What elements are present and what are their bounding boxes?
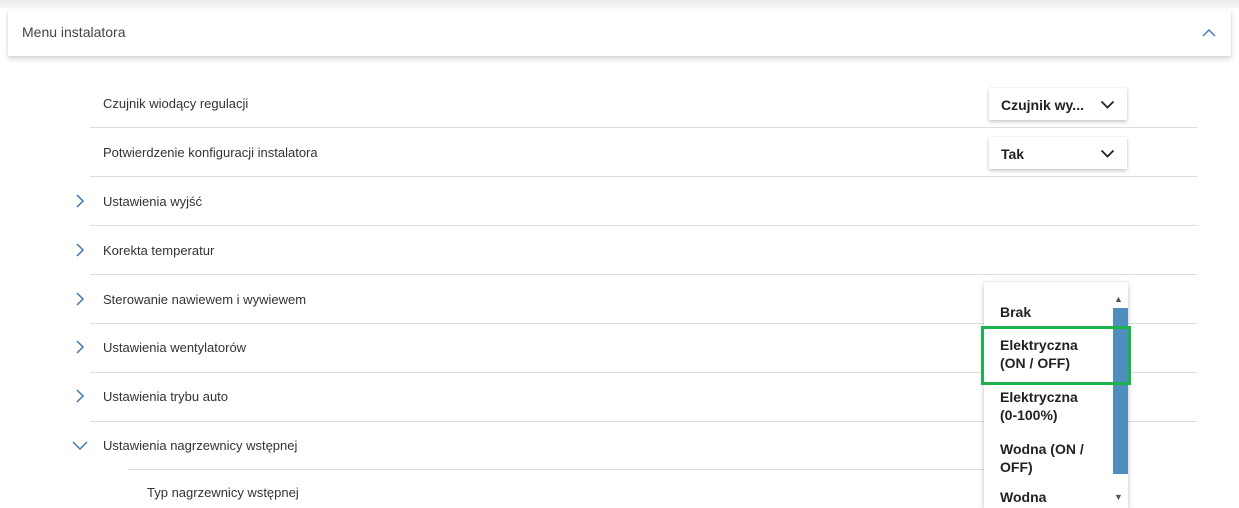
option-text: Wodna: [1000, 489, 1047, 505]
section-label-outputs[interactable]: Ustawienia wyjść: [103, 194, 202, 209]
leading-sensor-select-value: Czujnik wy...: [1001, 97, 1084, 113]
option-text: Elektryczna: [1000, 337, 1078, 353]
section-label-temperature-correction[interactable]: Korekta temperatur: [103, 243, 214, 258]
option-text: OFF): [1000, 459, 1033, 475]
installer-menu-title: Menu instalatora: [22, 24, 126, 40]
preheater-type-dropdown-list[interactable]: Brak Elektryczna (ON / OFF) Elektryczna …: [984, 282, 1128, 508]
chevron-right-icon[interactable]: [72, 242, 88, 258]
chevron-right-icon[interactable]: [72, 193, 88, 209]
section-label-auto-mode[interactable]: Ustawienia trybu auto: [103, 389, 228, 404]
setting-label-preheater-type: Typ nagrzewnicy wstępnej: [147, 485, 299, 500]
row-divider: [128, 469, 985, 470]
top-strip: [0, 0, 1239, 8]
leading-sensor-select[interactable]: Czujnik wy...: [989, 88, 1127, 120]
option-text: Elektryczna: [1000, 389, 1078, 405]
row-divider: [90, 127, 1197, 128]
setting-label-leading-sensor: Czujnik wiodący regulacji: [103, 96, 249, 111]
chevron-down-icon: [1100, 149, 1115, 158]
chevron-right-icon[interactable]: [72, 291, 88, 307]
chevron-right-icon[interactable]: [72, 388, 88, 404]
row-divider: [90, 176, 1197, 177]
chevron-down-icon[interactable]: [72, 438, 88, 454]
dropdown-option-water-on-off[interactable]: Wodna (ON / OFF): [1000, 440, 1100, 476]
dropdown-option-none[interactable]: Brak: [1000, 303, 1100, 321]
dropdown-option-water[interactable]: Wodna: [1000, 488, 1100, 506]
config-confirmation-select-value: Tak: [1001, 146, 1025, 162]
chevron-down-icon: [1100, 100, 1115, 109]
dropdown-option-electric-on-off[interactable]: Elektryczna (ON / OFF): [1000, 336, 1100, 372]
chevron-up-icon[interactable]: [1201, 25, 1217, 41]
section-label-fans[interactable]: Ustawienia wentylatorów: [103, 340, 246, 355]
config-confirmation-select[interactable]: Tak: [989, 137, 1127, 169]
row-divider: [90, 225, 1197, 226]
option-text: Brak: [1000, 304, 1032, 320]
option-text: (ON / OFF): [1000, 355, 1070, 371]
section-label-supply-exhaust-control[interactable]: Sterowanie nawiewem i wywiewem: [103, 292, 306, 307]
option-text: (0-100%): [1000, 407, 1058, 423]
option-text: Wodna (ON /: [1000, 441, 1084, 457]
scrollbar-thumb[interactable]: [1113, 308, 1128, 474]
scroll-up-arrow-icon[interactable]: ▲: [1114, 294, 1123, 304]
dropdown-option-electric-0-100[interactable]: Elektryczna (0-100%): [1000, 388, 1100, 424]
scroll-down-arrow-icon[interactable]: ▼: [1114, 492, 1123, 502]
row-divider: [90, 274, 1197, 275]
setting-label-config-confirmation: Potwierdzenie konfiguracji instalatora: [103, 145, 318, 160]
chevron-right-icon[interactable]: [72, 339, 88, 355]
installer-menu-header[interactable]: Menu instalatora: [8, 10, 1231, 56]
section-label-preheater[interactable]: Ustawienia nagrzewnicy wstępnej: [103, 438, 297, 453]
